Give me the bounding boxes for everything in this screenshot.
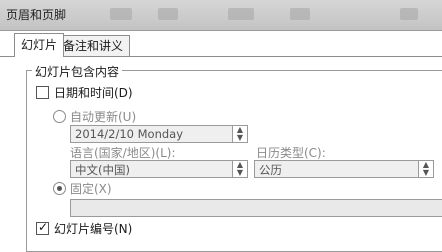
- slide-number-checkbox[interactable]: ✓: [36, 220, 49, 235]
- tab-slide[interactable]: 幻灯片: [14, 33, 65, 57]
- language-value: 中文(中国): [75, 163, 130, 177]
- date-format-value: 2014/2/10 Monday: [75, 127, 184, 141]
- tab-divider: [0, 56, 442, 57]
- titlebar-blur: [290, 8, 310, 20]
- spin-icon: ▲ ▼: [232, 126, 247, 142]
- auto-update-label: 自动更新(U): [70, 110, 137, 124]
- auto-update-radio[interactable]: [53, 110, 66, 123]
- tab-row: 幻灯片 备注和讲义: [0, 30, 442, 57]
- titlebar-blur: [400, 8, 418, 20]
- fixed-label: 固定(X): [70, 182, 112, 196]
- date-format-select[interactable]: 2014/2/10 Monday ▲ ▼: [70, 125, 248, 143]
- date-time-label: 日期和时间(D): [54, 86, 133, 100]
- fixed-radio[interactable]: [53, 182, 66, 195]
- fixed-text-input[interactable]: [70, 199, 442, 217]
- slide-number-label: 幻灯片编号(N): [54, 222, 133, 236]
- checkmark-icon: ✓: [38, 220, 49, 234]
- calendar-type-value: 公历: [259, 163, 282, 177]
- title-bar: 页眉和页脚: [0, 0, 442, 31]
- titlebar-blur: [158, 8, 178, 20]
- window-title: 页眉和页脚: [6, 8, 67, 22]
- language-select[interactable]: 中文(中国) ▲ ▼: [70, 160, 248, 178]
- calendar-type-label: 日历类型(C):: [256, 146, 326, 160]
- tab-notes-handouts[interactable]: 备注和讲义: [56, 35, 131, 56]
- language-label: 语言(国家/地区)(L):: [70, 146, 176, 160]
- radio-dot-icon: [57, 186, 62, 191]
- spin-icon: ▲ ▼: [232, 161, 247, 177]
- spin-icon: ▲ ▼: [418, 161, 433, 177]
- titlebar-blur: [228, 8, 254, 20]
- date-time-checkbox[interactable]: [36, 86, 49, 99]
- calendar-type-select[interactable]: 公历 ▲ ▼: [254, 160, 434, 178]
- titlebar-blur: [110, 8, 132, 20]
- group-legend: 幻灯片包含内容: [32, 63, 123, 80]
